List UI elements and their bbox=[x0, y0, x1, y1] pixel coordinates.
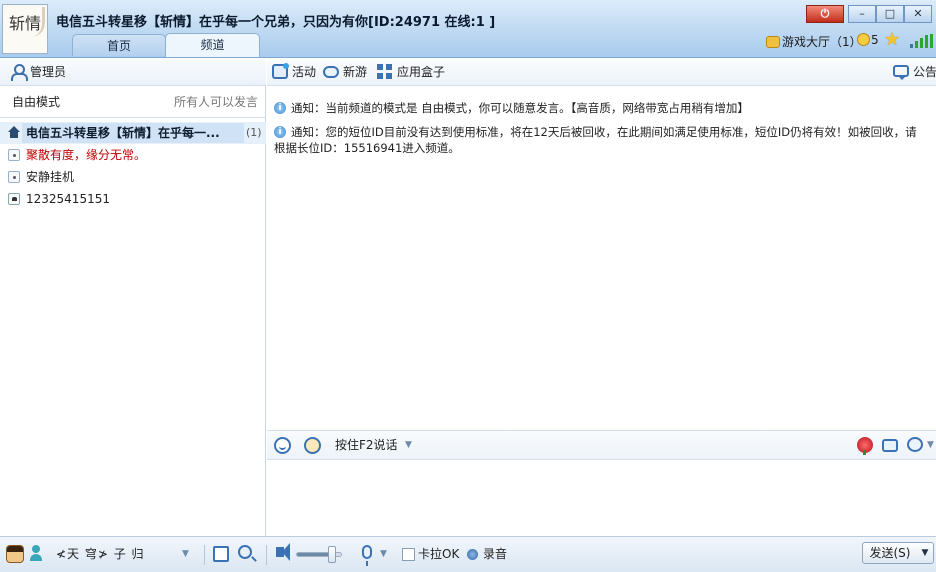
minimize-button[interactable]: – bbox=[848, 5, 876, 23]
record-radio[interactable] bbox=[467, 549, 478, 560]
emoji-icon[interactable] bbox=[274, 437, 291, 454]
gift-box-icon[interactable] bbox=[882, 439, 898, 452]
message-text-cont: 根据长位ID：15516941进入频道。 bbox=[274, 141, 460, 155]
push-to-talk-label[interactable]: 按住F2说话 bbox=[335, 431, 398, 459]
chevron-down-icon[interactable]: ▼ bbox=[927, 431, 934, 459]
signal-bar bbox=[910, 44, 913, 48]
channel-logo: 斩情 bbox=[2, 4, 48, 54]
activity-button[interactable]: 活动 bbox=[272, 58, 316, 86]
apps-grid-icon bbox=[377, 64, 393, 79]
send-options-dropdown[interactable]: ▼ bbox=[917, 542, 934, 564]
app-box-label: 应用盒子 bbox=[397, 65, 446, 79]
gamepad-icon bbox=[323, 66, 339, 78]
app-box-button[interactable]: 应用盒子 bbox=[377, 58, 445, 86]
channel-name: 电信五斗转星移【斩情】在乎每一... bbox=[26, 126, 220, 140]
room-name: 聚散有度，缘分无常。 bbox=[26, 148, 147, 162]
chevron-down-icon[interactable]: ▼ bbox=[405, 431, 412, 459]
home-icon bbox=[8, 126, 20, 139]
coin-counter[interactable]: 5 bbox=[857, 33, 879, 47]
game-hall-link[interactable]: 游戏大厅（1） bbox=[766, 33, 862, 50]
tree-row-channel[interactable]: 电信五斗转星移【斩情】在乎每一... (1) bbox=[0, 122, 266, 144]
signal-bar bbox=[925, 35, 928, 48]
room-name: 安静挂机 bbox=[26, 170, 75, 184]
person-icon[interactable] bbox=[29, 545, 43, 563]
bottom-bar: ≮天 穹≯ 子 归 ▼ ▼ 卡拉OK 录音 发送(S) ▼ bbox=[0, 536, 936, 572]
room-icon bbox=[8, 171, 20, 183]
record-label: 录音 bbox=[483, 547, 508, 561]
room-icon bbox=[8, 149, 20, 161]
chat-bubble-icon[interactable] bbox=[907, 437, 923, 452]
channel-user-count: (1) bbox=[246, 126, 262, 139]
speaker-icon[interactable] bbox=[276, 543, 290, 561]
activity-icon bbox=[272, 63, 289, 79]
room-name: 12325415151 bbox=[26, 192, 110, 206]
message-text: 通知：当前频道的模式是 自由模式，你可以随意发言。【高音质，网络带宽占用稍有增加… bbox=[291, 101, 749, 115]
lock-icon bbox=[8, 193, 20, 205]
tree-row-room[interactable]: 12325415151 bbox=[0, 188, 266, 210]
user-icon bbox=[10, 64, 28, 81]
coin-count: 5 bbox=[871, 33, 879, 47]
tree-row-room[interactable]: 安静挂机 bbox=[0, 166, 266, 188]
divider bbox=[204, 545, 205, 565]
input-toolbar: 按住F2说话 ▼ ▼ bbox=[267, 430, 936, 460]
signal-bar bbox=[930, 34, 933, 48]
system-message: i 通知：您的短位ID目前没有达到使用标准，将在12天后被回收，在此期间如满足使… bbox=[267, 124, 936, 156]
search-icon[interactable] bbox=[238, 545, 252, 559]
channel-tree: 电信五斗转星移【斩情】在乎每一... (1) 聚散有度，缘分无常。 安静挂机 1… bbox=[0, 122, 266, 210]
message-input[interactable] bbox=[267, 460, 936, 536]
notice-icon bbox=[893, 65, 909, 80]
avatar[interactable] bbox=[6, 545, 24, 563]
new-game-label: 新游 bbox=[343, 65, 368, 79]
flower-icon[interactable] bbox=[857, 437, 873, 455]
chevron-down-icon[interactable]: ▼ bbox=[380, 537, 387, 571]
mode-bar: 自由模式 所有人可以发言 bbox=[0, 86, 266, 118]
info-icon: i bbox=[274, 126, 286, 138]
profile-card-icon[interactable] bbox=[213, 546, 229, 562]
game-hall-icon bbox=[766, 36, 780, 48]
maximize-button[interactable]: □ bbox=[876, 5, 904, 23]
signal-bar bbox=[920, 38, 923, 48]
channel-title: 电信五斗转星移【斩情】在乎每一个兄弟，只因为有你[ID:24971 在线:1 ] bbox=[56, 15, 496, 30]
star-icon[interactable]: ★ bbox=[884, 29, 900, 50]
tree-row-room[interactable]: 聚散有度，缘分无常。 bbox=[0, 144, 266, 166]
game-hall-label: 游戏大厅（1） bbox=[782, 35, 862, 49]
tab-channel[interactable]: 频道 bbox=[165, 33, 260, 57]
new-game-button[interactable]: 新游 bbox=[323, 58, 367, 86]
karaoke-label: 卡拉OK bbox=[418, 547, 460, 561]
message-list: i 通知：当前频道的模式是 自由模式，你可以随意发言。【高音质，网络带宽占用稍有… bbox=[267, 100, 936, 164]
coin-icon bbox=[857, 33, 870, 46]
volume-knob[interactable] bbox=[328, 546, 337, 563]
chevron-down-icon[interactable]: ▼ bbox=[182, 537, 189, 571]
notice-button[interactable]: 公告 bbox=[893, 58, 936, 86]
nickname: ≮天 穹≯ 子 归 bbox=[56, 547, 145, 561]
chat-toolbar: 活动 新游 应用盒子 公告 bbox=[267, 58, 936, 86]
mode-label: 自由模式 bbox=[12, 95, 61, 109]
signal-bar bbox=[915, 41, 918, 48]
microphone-icon[interactable] bbox=[362, 545, 372, 566]
chat-panel: 活动 新游 应用盒子 公告 i 通知：当前频道的模式是 自由模式，你可以随意发言… bbox=[267, 58, 936, 536]
logo-ink-stroke bbox=[31, 7, 45, 37]
signal-strength-icon bbox=[910, 34, 936, 48]
volume-fill bbox=[297, 553, 333, 556]
title-bar: 斩情 电信五斗转星移【斩情】在乎每一个兄弟，只因为有你[ID:24971 在线:… bbox=[0, 0, 936, 58]
message-text: 通知：您的短位ID目前没有达到使用标准，将在12天后被回收，在此期间如满足使用标… bbox=[291, 125, 917, 139]
activity-label: 活动 bbox=[292, 65, 317, 79]
notice-label: 公告 bbox=[913, 65, 936, 79]
face-icon[interactable] bbox=[304, 437, 321, 454]
tab-home[interactable]: 首页 bbox=[72, 34, 166, 56]
karaoke-checkbox[interactable] bbox=[402, 548, 415, 561]
divider bbox=[266, 545, 267, 565]
close-button[interactable]: ✕ bbox=[904, 5, 932, 23]
mode-hint: 所有人可以发言 bbox=[173, 95, 258, 109]
admin-label: 管理员 bbox=[30, 65, 67, 79]
channel-tree-panel: 管理员 自由模式 所有人可以发言 电信五斗转星移【斩情】在乎每一... (1) … bbox=[0, 58, 266, 536]
info-icon: i bbox=[274, 102, 286, 114]
admin-button[interactable]: 管理员 bbox=[0, 58, 266, 86]
power-button[interactable]: ⏻ bbox=[806, 5, 844, 23]
volume-slider[interactable] bbox=[296, 546, 342, 563]
system-message: i 通知：当前频道的模式是 自由模式，你可以随意发言。【高音质，网络带宽占用稍有… bbox=[267, 100, 936, 116]
send-button[interactable]: 发送(S) bbox=[862, 542, 918, 564]
